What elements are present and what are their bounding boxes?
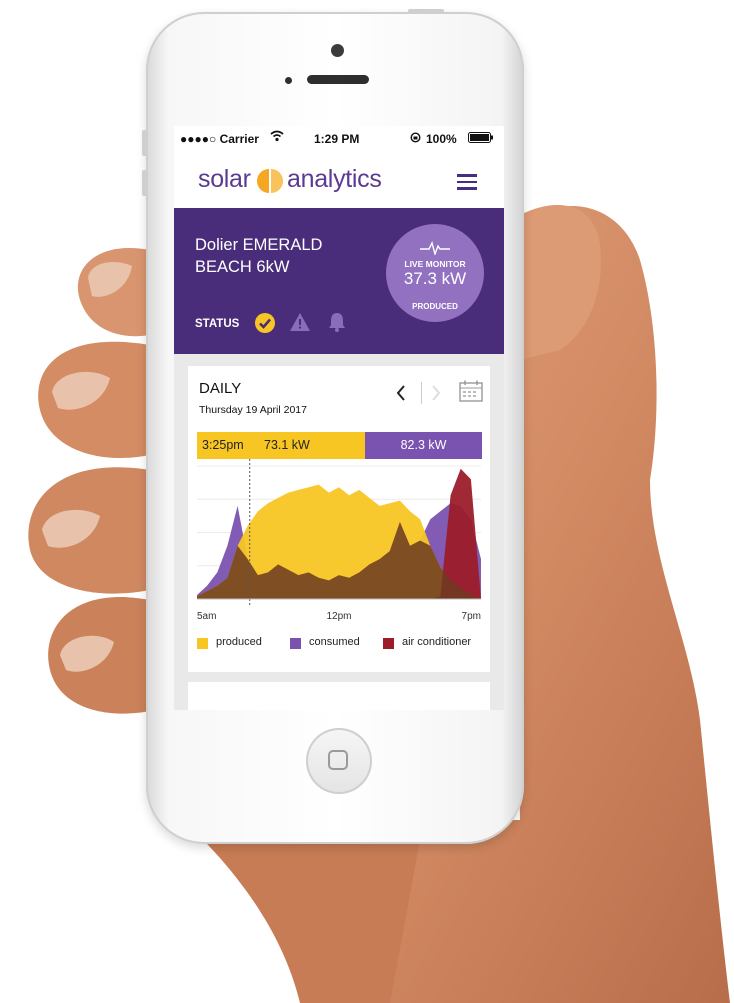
logo-text-solar: solar	[198, 165, 251, 193]
x-tick-label: 7pm	[462, 611, 481, 622]
status-bar: ●●●●○ Carrier 1:29 PM 100%	[174, 126, 504, 150]
x-tick-label: 5am	[197, 611, 216, 622]
proximity-sensor	[285, 77, 292, 84]
status-label: STATUS	[195, 318, 240, 330]
logo-text-analytics: analytics	[287, 165, 382, 193]
check-circle-icon[interactable]	[254, 312, 276, 339]
daily-card: DAILY Thursday 19 April 2017 3:25pm 73.1…	[188, 366, 490, 672]
site-name-line2: BEACH 6kW	[195, 258, 290, 276]
legend-swatch-produced	[197, 638, 208, 649]
site-name: Dolier EMERALD BEACH 6kW	[195, 234, 365, 278]
rotation-lock-icon	[410, 132, 421, 146]
legend-consumed: consumed	[309, 636, 360, 648]
bell-icon[interactable]	[327, 311, 347, 338]
clock: 1:29 PM	[314, 132, 360, 146]
battery-percent: 100%	[426, 132, 457, 146]
home-button[interactable]	[306, 728, 372, 794]
live-monitor-sublabel: PRODUCED	[412, 302, 458, 311]
live-monitor-label: LIVE MONITOR	[404, 259, 466, 269]
site-summary-panel: Dolier EMERALD BEACH 6kW STATUS LIVE MON…	[174, 208, 504, 354]
live-monitor-button[interactable]: LIVE MONITOR 37.3 kW PRODUCED	[386, 224, 484, 322]
daily-energy-chart[interactable]: 5am 12pm 7pm	[188, 366, 490, 666]
warning-icon[interactable]	[289, 312, 311, 337]
earpiece-speaker	[307, 75, 369, 84]
front-camera	[331, 44, 344, 57]
site-name-line1: Dolier EMERALD	[195, 236, 323, 254]
volume-button	[142, 130, 147, 156]
hamburger-menu-icon[interactable]	[457, 174, 477, 190]
volume-button	[142, 170, 147, 196]
sun-logo-icon	[255, 167, 283, 200]
app-header: solar analytics	[174, 150, 504, 208]
next-card	[188, 682, 490, 710]
legend-produced: produced	[216, 636, 262, 648]
live-monitor-value: 37.3 kW	[403, 269, 467, 288]
battery-icon	[468, 132, 494, 146]
wifi-icon	[270, 130, 284, 145]
power-button	[408, 9, 444, 14]
phone-screen: ●●●●○ Carrier 1:29 PM 100% solar analyti…	[174, 126, 504, 710]
pulse-icon	[420, 241, 450, 260]
carrier-label: ●●●●○ Carrier	[180, 132, 259, 146]
legend-air-conditioner: air conditioner	[402, 636, 472, 648]
x-tick-label: 12pm	[326, 611, 351, 622]
legend-swatch-consumed	[290, 638, 301, 649]
legend-swatch-air-conditioner	[383, 638, 394, 649]
